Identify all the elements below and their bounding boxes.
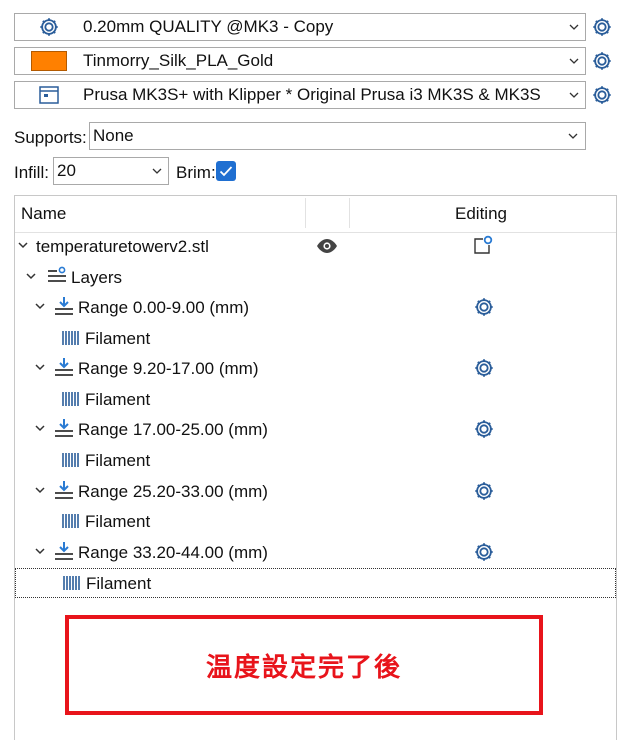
annotation-text: 温度設定完了後 <box>205 652 402 683</box>
chevron-down-icon[interactable] <box>561 133 585 139</box>
infill-select[interactable]: 20 <box>53 157 169 185</box>
chevron-down-icon[interactable] <box>35 364 45 371</box>
checkmark-icon <box>219 166 233 177</box>
range-settings-icon[interactable] <box>473 357 495 379</box>
tree-row-range[interactable]: Range 17.00-25.00 (mm) <box>15 415 616 445</box>
brim-label: Brim: <box>176 163 216 182</box>
range-label: Range 0.00-9.00 (mm) <box>78 298 250 317</box>
filament-preset-value: Tinmorry_Silk_PLA_Gold <box>83 51 274 70</box>
layer-range-icon <box>55 358 73 376</box>
range-settings-icon[interactable] <box>473 418 495 440</box>
layer-range-icon <box>55 542 73 560</box>
supports-label: Supports: <box>14 128 87 147</box>
tree-row-range[interactable]: Range 33.20-44.00 (mm) <box>15 538 616 568</box>
editing-column-header[interactable]: Editing <box>455 204 507 224</box>
chevron-down-icon[interactable] <box>18 242 28 249</box>
filament-label: Filament <box>85 329 151 348</box>
tree-row-range[interactable]: Range 0.00-9.00 (mm) <box>15 293 616 323</box>
tree-row-filament[interactable]: Filament <box>15 385 616 415</box>
print-settings-icon <box>15 16 83 38</box>
tree-row-object[interactable]: temperaturetowerv2.stl <box>15 232 616 262</box>
supports-select[interactable]: None <box>89 122 586 150</box>
tree-row-filament[interactable]: Filament <box>15 324 616 354</box>
tree-row-range[interactable]: Range 9.20-17.00 (mm) <box>15 354 616 384</box>
filament-icon <box>61 513 79 529</box>
chevron-down-icon[interactable] <box>35 425 45 432</box>
brim-checkbox[interactable] <box>216 161 236 181</box>
infill-label: Infill: <box>14 163 49 182</box>
print-preset-value: 0.20mm QUALITY @MK3 - Copy <box>83 17 334 36</box>
layer-range-icon <box>55 481 73 499</box>
layer-range-icon <box>55 419 73 437</box>
tree-row-layers[interactable]: Layers <box>15 263 616 293</box>
range-settings-icon[interactable] <box>473 296 495 318</box>
filament-label: Filament <box>85 451 151 470</box>
printer-icon <box>15 85 83 105</box>
printer-preset-combo[interactable]: Prusa MK3S+ with Klipper * Original Prus… <box>14 81 586 109</box>
layers-icon <box>48 266 66 282</box>
supports-value: None <box>93 126 134 145</box>
annotation-box: 温度設定完了後 <box>65 615 543 715</box>
chevron-down-icon[interactable] <box>563 58 585 64</box>
range-label: Range 17.00-25.00 (mm) <box>78 420 268 439</box>
filament-icon <box>62 575 80 591</box>
chevron-down-icon[interactable] <box>26 273 36 280</box>
range-label: Range 9.20-17.00 (mm) <box>78 359 259 378</box>
range-settings-icon[interactable] <box>473 541 495 563</box>
tree-row-filament[interactable]: Filament <box>15 507 616 537</box>
filament-label: Filament <box>86 574 152 593</box>
filament-icon <box>61 452 79 468</box>
layers-label: Layers <box>71 268 123 287</box>
name-column-header[interactable]: Name <box>21 204 66 224</box>
chevron-down-icon[interactable] <box>35 303 45 310</box>
range-label: Range 33.20-44.00 (mm) <box>78 543 268 562</box>
chevron-down-icon[interactable] <box>146 168 168 174</box>
chevron-down-icon[interactable] <box>35 487 45 494</box>
object-name: temperaturetowerv2.stl <box>36 237 209 256</box>
tree-row-filament-selected[interactable]: Filament <box>15 568 616 598</box>
filament-label: Filament <box>85 390 151 409</box>
range-label: Range 25.20-33.00 (mm) <box>78 482 268 501</box>
chevron-down-icon[interactable] <box>563 92 585 98</box>
range-settings-icon[interactable] <box>473 480 495 502</box>
tree-row-filament[interactable]: Filament <box>15 446 616 476</box>
printer-preset-value: Prusa MK3S+ with Klipper * Original Prus… <box>83 85 541 104</box>
print-preset-combo[interactable]: 0.20mm QUALITY @MK3 - Copy <box>14 13 586 41</box>
edit-settings-icon[interactable] <box>473 235 493 255</box>
chevron-down-icon[interactable] <box>563 24 585 30</box>
eye-icon[interactable] <box>316 238 338 254</box>
printer-preset-gear-icon[interactable] <box>591 84 613 106</box>
filament-icon <box>61 330 79 346</box>
filament-icon <box>61 391 79 407</box>
tree-header: Name Editing <box>15 196 616 233</box>
print-preset-gear-icon[interactable] <box>591 16 613 38</box>
layer-range-icon <box>55 297 73 315</box>
infill-value: 20 <box>57 161 76 180</box>
filament-label: Filament <box>85 512 151 531</box>
filament-preset-combo[interactable]: Tinmorry_Silk_PLA_Gold <box>14 47 586 75</box>
filament-preset-gear-icon[interactable] <box>591 50 613 72</box>
filament-color-swatch <box>31 51 67 71</box>
chevron-down-icon[interactable] <box>35 548 45 555</box>
tree-row-range[interactable]: Range 25.20-33.00 (mm) <box>15 477 616 507</box>
